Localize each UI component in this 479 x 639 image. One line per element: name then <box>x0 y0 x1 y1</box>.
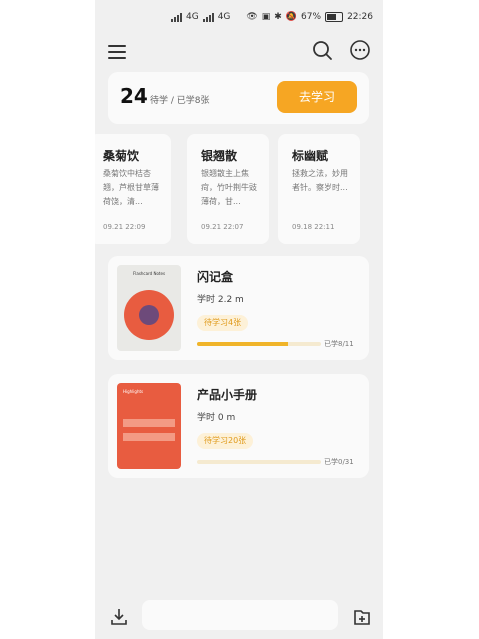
battery-icon <box>325 12 344 22</box>
mute-icon: 🔕 <box>285 12 298 22</box>
word-card-desc: 桑菊饮中桔杏翘，芦根甘草薄荷饶，清... <box>103 169 159 206</box>
network-label-2: 4G <box>217 12 231 22</box>
app-root: 4G 4G 👁 ▣ ✱ 🔕 67% 22:26 24 待学 / 已学8张 去学习… <box>0 0 479 639</box>
word-card-title: 桑菊饮 <box>103 149 140 163</box>
add-folder-icon[interactable] <box>352 607 372 627</box>
pending-badge[interactable]: 待学习4张 <box>197 315 249 331</box>
signal-icon-2 <box>202 12 214 22</box>
word-card-desc: 银翘散主上焦疴，竹叶荆牛豉薄荷，甘... <box>201 169 257 206</box>
notebook-card[interactable]: Highlights 产品小手册 学时 0 m 待学习20张 已学0/31 <box>108 374 369 478</box>
notebook-cover: Flashcard Notes <box>117 265 181 351</box>
notebook-cover: Highlights <box>117 383 181 469</box>
notebook-time: 学时 0 m <box>197 413 236 423</box>
more-icon[interactable] <box>349 39 371 61</box>
study-summary-card: 24 待学 / 已学8张 去学习 <box>108 72 369 124</box>
progress-bar <box>197 460 321 464</box>
clock: 22:26 <box>347 12 373 22</box>
progress-label: 已学0/31 <box>324 458 354 466</box>
battery-percent: 67% <box>301 12 322 22</box>
cover-graphic <box>123 419 175 441</box>
progress-fill <box>197 342 288 346</box>
word-card-title: 标幽赋 <box>292 149 329 163</box>
word-card[interactable]: 桑菊饮 桑菊饮中桔杏翘，芦根甘草薄荷饶，清... 09.21 22:09 <box>95 134 171 244</box>
bottom-input-bar[interactable] <box>142 600 338 630</box>
word-card-desc: 拯救之法，妙用者针。察岁时... <box>292 169 348 192</box>
notebook-title: 产品小手册 <box>197 388 258 402</box>
notebook-card[interactable]: Flashcard Notes 闪记盒 学时 2.2 m 待学习4张 已学8/1… <box>108 256 369 360</box>
status-bar-left: 4G 4G <box>171 12 230 22</box>
cover-graphic <box>124 290 174 340</box>
pending-count: 24 <box>120 84 148 108</box>
phone-screen: 4G 4G 👁 ▣ ✱ 🔕 67% 22:26 24 待学 / 已学8张 去学习… <box>95 0 383 639</box>
word-card-date: 09.18 22:11 <box>292 223 335 231</box>
notebook-title: 闪记盒 <box>197 270 234 284</box>
bottom-bar <box>95 598 383 639</box>
nfc-icon: ▣ <box>261 12 271 22</box>
status-bar: 4G 4G 👁 ▣ ✱ 🔕 67% 22:26 <box>95 0 383 36</box>
go-study-button[interactable]: 去学习 <box>277 81 357 113</box>
search-icon[interactable] <box>311 39 333 61</box>
download-icon[interactable] <box>109 607 129 627</box>
word-card-title: 银翘散 <box>201 149 238 163</box>
pending-badge[interactable]: 待学习20张 <box>197 433 254 449</box>
eye-icon: 👁 <box>246 12 258 22</box>
network-label: 4G <box>186 12 199 22</box>
status-bar-right: 👁 ▣ ✱ 🔕 67% 22:26 <box>246 12 373 22</box>
pending-label: 待学 / 已学8张 <box>150 96 210 106</box>
bluetooth-icon: ✱ <box>274 12 282 22</box>
word-card-date: 09.21 22:07 <box>201 223 244 231</box>
progress-bar <box>197 342 321 346</box>
word-card[interactable]: 标幽赋 拯救之法，妙用者针。察岁时... 09.18 22:11 <box>278 134 360 244</box>
notebook-time: 学时 2.2 m <box>197 295 244 305</box>
word-card-date: 09.21 22:09 <box>103 223 146 231</box>
signal-icon <box>171 12 182 22</box>
progress-label: 已学8/11 <box>324 340 354 348</box>
top-bar <box>95 36 383 66</box>
menu-icon[interactable] <box>108 42 126 59</box>
word-card[interactable]: 银翘散 银翘散主上焦疴，竹叶荆牛豉薄荷，甘... 09.21 22:07 <box>187 134 269 244</box>
